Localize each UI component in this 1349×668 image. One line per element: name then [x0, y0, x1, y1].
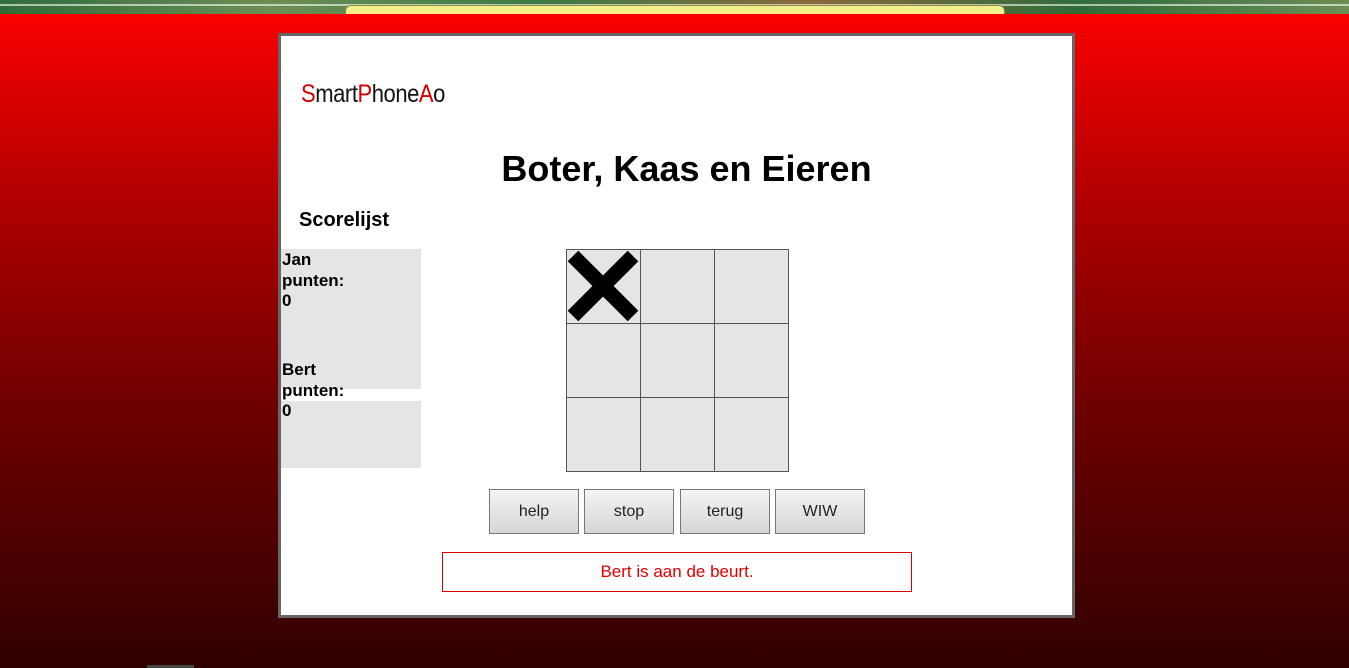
player-1-points-label: punten: [282, 270, 345, 290]
logo-part-hone: hone [371, 80, 420, 108]
back-button[interactable]: terug [680, 489, 770, 534]
player-1-points: 0 [282, 291, 292, 310]
board-cell[interactable] [714, 323, 789, 398]
board-cell[interactable] [640, 323, 715, 398]
board-cell[interactable] [566, 249, 641, 324]
wiw-button[interactable]: WIW [775, 489, 865, 534]
smartphoneao-logo[interactable]: SmartPhoneAo [301, 80, 445, 109]
player-2-name: Bert [282, 360, 317, 379]
stop-button[interactable]: stop [584, 489, 674, 534]
logo-part-mart: mart [315, 80, 358, 108]
x-mark-icon [567, 250, 639, 322]
player-2-points: 0 [282, 401, 292, 420]
board-cell[interactable] [566, 323, 641, 398]
browser-top-strip [0, 0, 1349, 14]
logo-letter-p: P [357, 80, 372, 108]
score-player-2: Bert punten: 0 [282, 360, 402, 422]
top-yellow-tab [345, 5, 1005, 14]
logo-part-o: o [433, 80, 445, 108]
game-board [566, 249, 789, 472]
player-1-name: Jan [282, 250, 312, 269]
help-button[interactable]: help [489, 489, 579, 534]
board-cell[interactable] [640, 397, 715, 472]
turn-status-message: Bert is aan de beurt. [442, 552, 912, 592]
logo-letter-s: S [301, 80, 316, 108]
board-cell[interactable] [566, 397, 641, 472]
player-2-points-label: punten: [282, 380, 345, 400]
page-title: Boter, Kaas en Eieren [501, 148, 872, 189]
board-cell[interactable] [714, 397, 789, 472]
scoreboard-heading: Scorelijst [299, 209, 390, 231]
score-player-1: Jan punten: 0 [282, 250, 402, 312]
logo-letter-a: A [418, 80, 434, 108]
board-cell[interactable] [640, 249, 715, 324]
board-cell[interactable] [714, 249, 789, 324]
game-panel: SmartPhoneAo Boter, Kaas en Eieren Score… [278, 33, 1075, 618]
